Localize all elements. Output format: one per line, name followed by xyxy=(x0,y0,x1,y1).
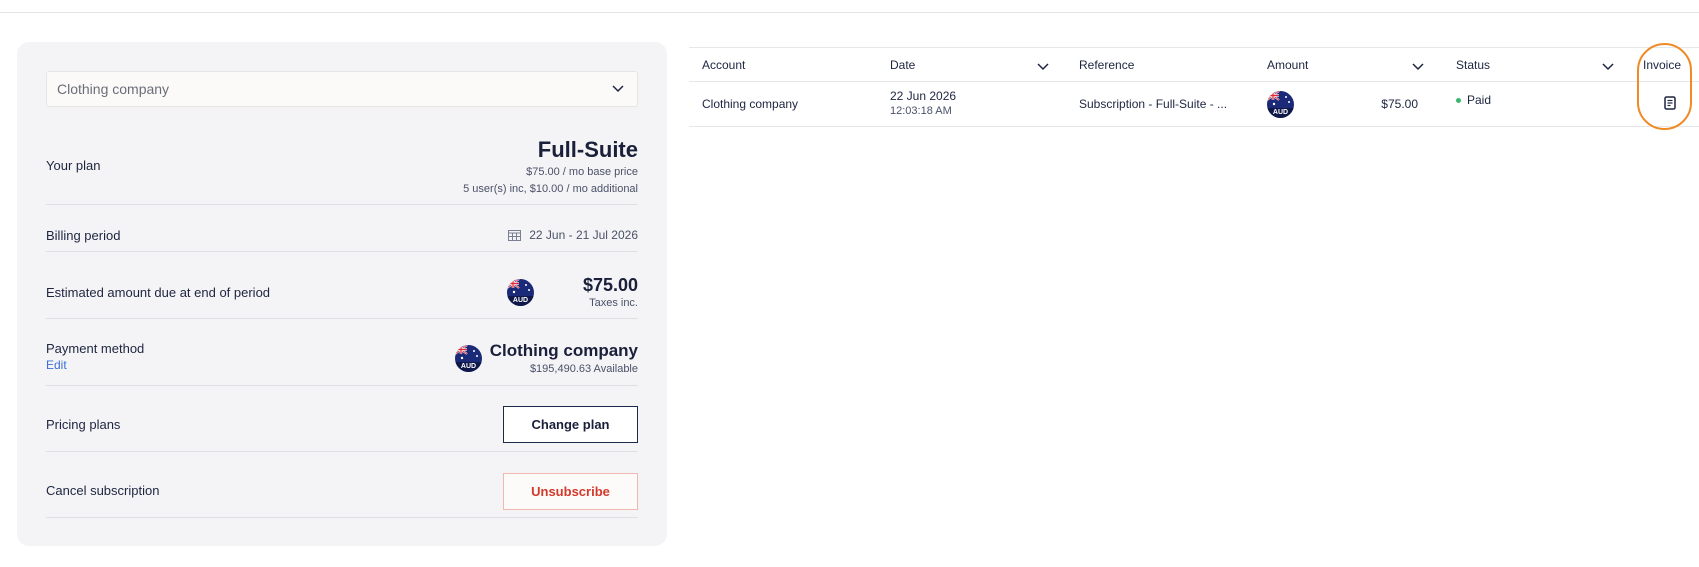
row-date: 22 Jun 2026 xyxy=(890,89,957,103)
header-account: Account xyxy=(702,58,746,72)
pricing-label: Pricing plans xyxy=(46,417,121,432)
payment-edit-link[interactable]: Edit xyxy=(46,358,67,372)
status-label: Paid xyxy=(1467,93,1492,107)
currency-code: AUD xyxy=(507,296,534,306)
calendar-icon xyxy=(508,229,522,241)
payment-row: Payment method Edit AUD Clothing company… xyxy=(46,319,638,386)
billing-period: 22 Jun - 21 Jul 2026 xyxy=(508,228,638,242)
estimate-label: Estimated amount due at end of period xyxy=(46,285,271,300)
au-flag-icon: AUD xyxy=(507,279,534,306)
cancel-label: Cancel subscription xyxy=(46,483,160,498)
billing-label: Billing period xyxy=(46,228,121,243)
unsubscribe-button[interactable]: Unsubscribe xyxy=(503,473,638,510)
plan-base-price: $75.00 / mo base price xyxy=(526,166,638,178)
top-divider xyxy=(0,12,1699,13)
plan-row: Your plan Full-Suite $75.00 / mo base pr… xyxy=(46,125,638,205)
header-amount: Amount xyxy=(1267,58,1309,72)
account-select[interactable]: Clothing company xyxy=(46,71,638,107)
billing-row: Billing period 22 Jun - 21 Jul 2026 xyxy=(46,205,638,252)
status-dot xyxy=(1456,98,1461,104)
row-reference: Subscription - Full-Suite - ... xyxy=(1079,97,1228,111)
account-select-value: Clothing company xyxy=(57,81,170,97)
estimate-amount: $75.00 xyxy=(582,275,638,295)
currency-code: AUD xyxy=(1267,108,1294,118)
pricing-row: Pricing plans Change plan xyxy=(46,386,638,452)
plan-users: 5 user(s) inc, $10.00 / mo additional xyxy=(463,183,638,195)
billing-period-text: 22 Jun - 21 Jul 2026 xyxy=(529,228,638,242)
header-reference: Reference xyxy=(1079,58,1135,72)
estimate-row: Estimated amount due at end of period AU… xyxy=(46,252,638,319)
change-plan-button[interactable]: Change plan xyxy=(503,406,638,443)
header-date: Date xyxy=(890,58,916,72)
header-status: Status xyxy=(1456,58,1491,72)
au-flag-icon: AUD xyxy=(455,345,482,372)
payment-available: $195,490.63 Available xyxy=(529,363,638,375)
row-account: Clothing company xyxy=(702,97,799,111)
plan-name: Full-Suite xyxy=(537,137,638,162)
plan-label: Your plan xyxy=(46,158,101,173)
row-amount: $75.00 xyxy=(1381,97,1418,111)
row-time: 12:03:18 AM xyxy=(890,105,952,117)
invoice-highlight xyxy=(1637,43,1692,130)
payment-name: Clothing company xyxy=(489,341,638,360)
chevron-down-icon[interactable] xyxy=(1411,59,1425,73)
chevron-down-icon[interactable] xyxy=(1036,59,1050,73)
chevron-down-icon[interactable] xyxy=(1601,59,1615,73)
row-status: Paid xyxy=(1456,93,1491,107)
payment-label: Payment method xyxy=(46,341,145,356)
table-row[interactable]: Clothing company 22 Jun 2026 12:03:18 AM… xyxy=(689,82,1699,127)
estimate-note: Taxes inc. xyxy=(589,297,638,309)
au-flag-icon: AUD xyxy=(1267,91,1294,118)
cancel-row: Cancel subscription Unsubscribe xyxy=(46,452,638,518)
table-header: Account Date Reference Amount Status Inv… xyxy=(689,47,1699,82)
currency-code: AUD xyxy=(455,362,482,372)
chevron-down-icon xyxy=(612,85,624,93)
